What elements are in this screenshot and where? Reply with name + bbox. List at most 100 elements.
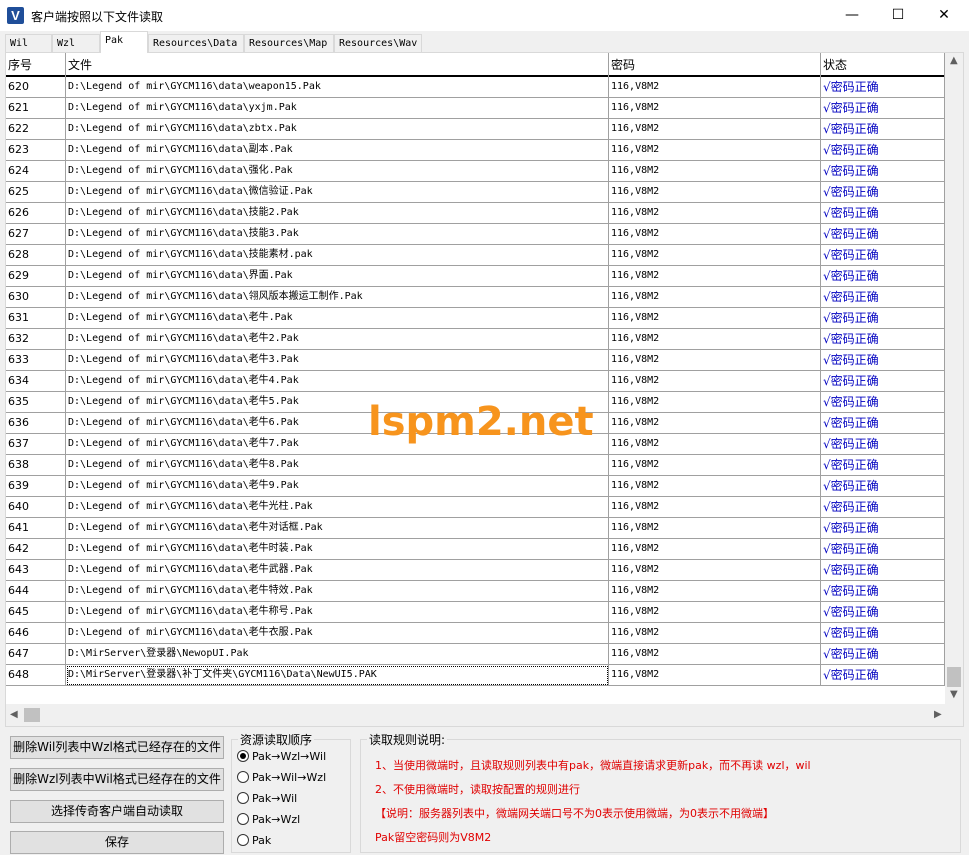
row-password[interactable]: 116,V8M2: [609, 140, 821, 161]
order-option-3[interactable]: Pak→Wil: [237, 790, 297, 808]
row-password[interactable]: 116,V8M2: [609, 413, 821, 434]
radio-icon[interactable]: [237, 813, 249, 825]
row-password[interactable]: 116,V8M2: [609, 203, 821, 224]
row-status[interactable]: √密码正确: [821, 518, 945, 539]
row-index[interactable]: 620: [6, 77, 66, 98]
row-index[interactable]: 648: [6, 665, 66, 686]
row-password[interactable]: 116,V8M2: [609, 476, 821, 497]
table-row[interactable]: 622 D:\Legend of mir\GYCM116\data\zbtx.Pa…: [6, 119, 945, 140]
row-status[interactable]: √密码正确: [821, 392, 945, 413]
table-row[interactable]: 644 D:\Legend of mir\GYCM116\data\老牛特效.Pa…: [6, 581, 945, 602]
row-file-path[interactable]: D:\Legend of mir\GYCM116\data\技能2.Pak: [66, 203, 609, 224]
row-password[interactable]: 116,V8M2: [609, 497, 821, 518]
scroll-up-icon[interactable]: ▲: [950, 55, 958, 66]
table-row[interactable]: 643 D:\Legend of mir\GYCM116\data\老牛武器.Pa…: [6, 560, 945, 581]
table-row[interactable]: 639 D:\Legend of mir\GYCM116\data\老牛9.Pak…: [6, 476, 945, 497]
row-password[interactable]: 116,V8M2: [609, 329, 821, 350]
header-status[interactable]: 状态: [821, 53, 945, 77]
row-password[interactable]: 116,V8M2: [609, 518, 821, 539]
row-status[interactable]: √密码正确: [821, 98, 945, 119]
row-file-path[interactable]: D:\Legend of mir\GYCM116\data\老牛3.Pak: [66, 350, 609, 371]
row-password[interactable]: 116,V8M2: [609, 539, 821, 560]
row-password[interactable]: 116,V8M2: [609, 182, 821, 203]
radio-icon[interactable]: [237, 771, 249, 783]
row-index[interactable]: 641: [6, 518, 66, 539]
minimize-button[interactable]: —: [829, 0, 875, 31]
table-row[interactable]: 633 D:\Legend of mir\GYCM116\data\老牛3.Pak…: [6, 350, 945, 371]
tab-resources-data[interactable]: Resources\Data: [148, 34, 244, 53]
row-index[interactable]: 626: [6, 203, 66, 224]
row-file-path[interactable]: D:\Legend of mir\GYCM116\data\老牛称号.Pak: [66, 602, 609, 623]
table-row[interactable]: 625 D:\Legend of mir\GYCM116\data\微信验证.Pa…: [6, 182, 945, 203]
row-status[interactable]: √密码正确: [821, 329, 945, 350]
row-status[interactable]: √密码正确: [821, 182, 945, 203]
radio-icon[interactable]: [237, 834, 249, 846]
row-password[interactable]: 116,V8M2: [609, 581, 821, 602]
row-status[interactable]: √密码正确: [821, 665, 945, 686]
row-status[interactable]: √密码正确: [821, 623, 945, 644]
row-status[interactable]: √密码正确: [821, 434, 945, 455]
row-file-path[interactable]: D:\Legend of mir\GYCM116\data\老牛时装.Pak: [66, 539, 609, 560]
header-password[interactable]: 密码: [609, 53, 821, 77]
row-password[interactable]: 116,V8M2: [609, 350, 821, 371]
row-status[interactable]: √密码正确: [821, 539, 945, 560]
scroll-right-icon[interactable]: ▶: [934, 709, 942, 720]
tab-wzl[interactable]: Wzl: [52, 34, 100, 53]
table-row[interactable]: 640 D:\Legend of mir\GYCM116\data\老牛光柱.Pa…: [6, 497, 945, 518]
row-file-path[interactable]: D:\Legend of mir\GYCM116\data\weapon15.P…: [66, 77, 609, 98]
row-status[interactable]: √密码正确: [821, 497, 945, 518]
table-row[interactable]: 634 D:\Legend of mir\GYCM116\data\老牛4.Pak…: [6, 371, 945, 392]
table-row[interactable]: 647 D:\MirServer\登录器\NewopUI.Pak 116,V8M2 √…: [6, 644, 945, 665]
header-index[interactable]: 序号: [6, 53, 66, 77]
row-password[interactable]: 116,V8M2: [609, 602, 821, 623]
row-index[interactable]: 625: [6, 182, 66, 203]
row-password[interactable]: 116,V8M2: [609, 392, 821, 413]
row-status[interactable]: √密码正确: [821, 581, 945, 602]
tab-pak[interactable]: Pak: [100, 31, 148, 53]
table-row[interactable]: 646 D:\Legend of mir\GYCM116\data\老牛衣服.Pa…: [6, 623, 945, 644]
row-status[interactable]: √密码正确: [821, 602, 945, 623]
horizontal-scroll-thumb[interactable]: [24, 708, 40, 722]
row-index[interactable]: 636: [6, 413, 66, 434]
scroll-down-icon[interactable]: ▼: [950, 689, 958, 700]
row-file-path[interactable]: D:\Legend of mir\GYCM116\data\副本.Pak: [66, 140, 609, 161]
row-status[interactable]: √密码正确: [821, 413, 945, 434]
table-row[interactable]: 629 D:\Legend of mir\GYCM116\data\界面.Pak 1…: [6, 266, 945, 287]
row-index[interactable]: 647: [6, 644, 66, 665]
horizontal-scrollbar[interactable]: ◀ ▶: [6, 704, 963, 726]
tab-wil[interactable]: Wil: [5, 34, 52, 53]
row-status[interactable]: √密码正确: [821, 119, 945, 140]
row-file-path[interactable]: D:\Legend of mir\GYCM116\data\老牛光柱.Pak: [66, 497, 609, 518]
row-index[interactable]: 642: [6, 539, 66, 560]
row-index[interactable]: 624: [6, 161, 66, 182]
vertical-scrollbar[interactable]: ▲ ▼: [945, 53, 963, 704]
row-status[interactable]: √密码正确: [821, 644, 945, 665]
auto-read-client-button[interactable]: 选择传奇客户端自动读取: [10, 800, 224, 823]
row-status[interactable]: √密码正确: [821, 560, 945, 581]
table-row[interactable]: 648 D:\MirServer\登录器\补丁文件夹\GYCM116\Data\N…: [6, 665, 945, 686]
row-index[interactable]: 621: [6, 98, 66, 119]
row-status[interactable]: √密码正确: [821, 371, 945, 392]
row-file-path[interactable]: D:\Legend of mir\GYCM116\data\强化.Pak: [66, 161, 609, 182]
row-status[interactable]: √密码正确: [821, 224, 945, 245]
row-status[interactable]: √密码正确: [821, 476, 945, 497]
vertical-scroll-thumb[interactable]: [947, 667, 961, 687]
table-row[interactable]: 627 D:\Legend of mir\GYCM116\data\技能3.Pak…: [6, 224, 945, 245]
row-password[interactable]: 116,V8M2: [609, 665, 821, 686]
row-status[interactable]: √密码正确: [821, 161, 945, 182]
row-status[interactable]: √密码正确: [821, 308, 945, 329]
table-row[interactable]: 621 D:\Legend of mir\GYCM116\data\yxjm.Pa…: [6, 98, 945, 119]
row-index[interactable]: 623: [6, 140, 66, 161]
row-index[interactable]: 629: [6, 266, 66, 287]
radio-icon[interactable]: [237, 792, 249, 804]
row-password[interactable]: 116,V8M2: [609, 308, 821, 329]
row-password[interactable]: 116,V8M2: [609, 371, 821, 392]
row-file-path[interactable]: D:\Legend of mir\GYCM116\data\老牛8.Pak: [66, 455, 609, 476]
row-file-path[interactable]: D:\Legend of mir\GYCM116\data\老牛武器.Pak: [66, 560, 609, 581]
row-index[interactable]: 627: [6, 224, 66, 245]
row-password[interactable]: 116,V8M2: [609, 434, 821, 455]
header-file[interactable]: 文件: [66, 53, 609, 77]
row-status[interactable]: √密码正确: [821, 140, 945, 161]
tab-resources-map[interactable]: Resources\Map: [244, 34, 334, 53]
save-button[interactable]: 保存: [10, 831, 224, 854]
